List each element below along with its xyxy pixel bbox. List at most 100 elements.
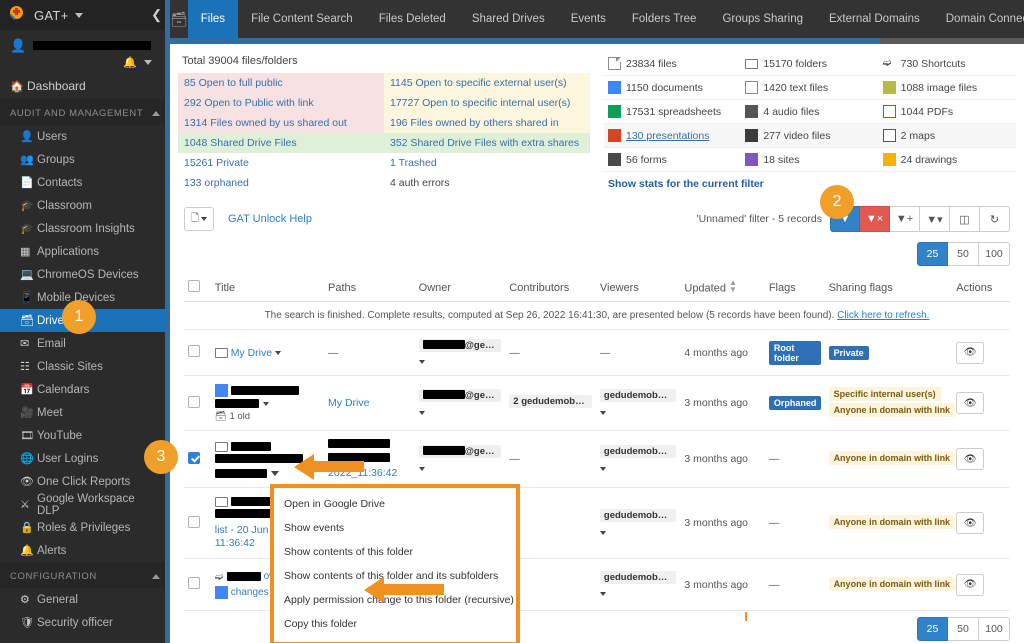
- stat-open-full-public[interactable]: 85 Open to full public: [178, 73, 384, 93]
- sidebar-item-classroom[interactable]: 🎓 Classroom: [0, 194, 170, 217]
- chevron-left-icon[interactable]: ❮: [151, 7, 162, 23]
- sidebar-item-email[interactable]: ✉ Email: [0, 332, 170, 355]
- row-owner-cell[interactable]: @gedudem...: [414, 375, 506, 431]
- sidebar-item-chromeos-devices[interactable]: 💻 ChromeOS Devices: [0, 263, 170, 286]
- stat-private[interactable]: 15261 Private: [178, 153, 384, 173]
- row-viewers-cell[interactable]: gedudemobsn.com (...: [595, 487, 681, 560]
- stat-forms[interactable]: 56 forms: [604, 148, 741, 171]
- tab-groups-sharing[interactable]: Groups Sharing: [709, 0, 816, 38]
- stat-open-external-users[interactable]: 1145 Open to specific external user(s): [384, 73, 590, 93]
- view-details-button[interactable]: 👁: [956, 392, 985, 414]
- scrollbar-thumb[interactable]: [170, 38, 880, 44]
- stat-owned-shared-out[interactable]: 1314 Files owned by us shared out: [178, 113, 384, 133]
- scrollbar-track[interactable]: [880, 38, 1024, 44]
- col-sharing-flags[interactable]: Sharing flags: [824, 274, 953, 302]
- chevron-down-icon[interactable]: [144, 60, 152, 65]
- col-paths[interactable]: Paths: [324, 274, 415, 302]
- col-owner[interactable]: Owner: [414, 274, 506, 302]
- page-size-50-bottom[interactable]: 50: [948, 617, 979, 642]
- sort-icon[interactable]: ▲ ▼: [729, 279, 737, 293]
- table-row[interactable]: 🗃 1 old My Drive @gedudem... 2 gedudemob…: [184, 375, 1010, 431]
- row-contributors-cell[interactable]: 2 gedudemobsn.com: [505, 375, 596, 431]
- viewers-menu-caret[interactable]: [599, 530, 606, 535]
- sidebar-item-dashboard[interactable]: 🏠 Dashboard: [0, 73, 170, 99]
- row-title-cell[interactable]: 🗃 1 old: [210, 375, 325, 431]
- menu-item-show-events[interactable]: Show events: [274, 516, 516, 540]
- row-checkbox[interactable]: [188, 395, 200, 408]
- stat-files[interactable]: 23834 files: [604, 52, 741, 75]
- sidebar-item-groups[interactable]: 👥 Groups: [0, 148, 170, 171]
- owner-menu-caret[interactable]: [418, 410, 425, 415]
- user-notification-row[interactable]: 🔔: [0, 54, 170, 73]
- row-viewers-cell[interactable]: gedudemobsn.com (...: [595, 430, 681, 488]
- row-menu-caret[interactable]: [270, 470, 279, 476]
- view-details-button[interactable]: 👁: [956, 512, 985, 535]
- bell-icon[interactable]: 🔔: [123, 56, 137, 69]
- row-menu-caret[interactable]: [275, 350, 282, 355]
- stat-video-files[interactable]: 277 video files: [741, 124, 878, 147]
- col-title[interactable]: Title: [210, 274, 325, 302]
- page-size-100-bottom[interactable]: 100: [979, 617, 1010, 642]
- sidebar-item-applications[interactable]: ▦ Applications: [0, 240, 170, 263]
- refresh-button[interactable]: ↻: [980, 206, 1010, 232]
- row-owner-cell[interactable]: @gedudem...: [414, 430, 506, 488]
- row-viewers-cell[interactable]: gedudemobsn.com (...: [595, 375, 681, 431]
- sidebar-item-google-workspace-dlp[interactable]: ⚔ Google Workspace DLP: [0, 493, 170, 517]
- columns-button[interactable]: ◫: [950, 206, 980, 232]
- tab-events[interactable]: Events: [558, 0, 619, 38]
- view-details-button[interactable]: 👁: [956, 448, 985, 470]
- menu-item-show-contents[interactable]: Show contents of this folder: [274, 540, 516, 564]
- row-paths-cell[interactable]: My Drive: [324, 375, 415, 431]
- horizontal-scrollbar[interactable]: [170, 38, 1024, 44]
- sidebar-item-general[interactable]: ⚙ General: [0, 588, 170, 611]
- chevron-down-icon[interactable]: [74, 12, 83, 18]
- tab-shared-drives[interactable]: Shared Drives: [459, 0, 558, 38]
- table-row[interactable]: My Drive — @gedudem... — — 4 months ago …: [184, 329, 1010, 376]
- viewers-menu-caret[interactable]: [599, 466, 606, 471]
- tab-external-domains[interactable]: External Domains: [816, 0, 933, 38]
- stat-shortcuts[interactable]: ➫ 730 Shortcuts: [879, 52, 1016, 75]
- stat-spreadsheets[interactable]: 17531 spreadsheets: [604, 100, 741, 123]
- tab-folders-tree[interactable]: Folders Tree: [619, 0, 710, 38]
- user-account-row[interactable]: 👤: [0, 30, 170, 54]
- stat-sites[interactable]: 18 sites: [741, 148, 878, 171]
- row-owner-cell[interactable]: @gedudem...: [414, 329, 506, 376]
- sidebar-section-audit[interactable]: AUDIT AND MANAGEMENT: [0, 99, 170, 125]
- stat-shared-drive-files[interactable]: 1048 Shared Drive Files: [178, 133, 384, 153]
- owner-menu-caret[interactable]: [418, 360, 425, 365]
- stat-pdfs[interactable]: 1044 PDFs: [879, 100, 1016, 123]
- stat-orphaned[interactable]: 133 orphaned: [178, 173, 384, 193]
- owner-menu-caret[interactable]: [418, 466, 425, 471]
- row-checkbox[interactable]: [188, 577, 200, 590]
- stat-trashed[interactable]: 1 Trashed: [384, 153, 590, 173]
- col-contributors[interactable]: Contributors: [505, 274, 596, 302]
- sidebar-item-security-officer[interactable]: 🛡 Security officer: [0, 611, 170, 634]
- view-details-button[interactable]: 👁: [956, 341, 985, 364]
- stat-image-files[interactable]: 1088 image files: [879, 76, 1016, 99]
- view-details-button[interactable]: 👁: [956, 573, 985, 596]
- select-all-checkbox[interactable]: [188, 280, 200, 292]
- page-size-50[interactable]: 50: [948, 242, 979, 266]
- row-title-cell[interactable]: My Drive: [210, 329, 325, 376]
- col-flags[interactable]: Flags: [764, 274, 825, 302]
- sidebar-item-alerts[interactable]: 🔔 Alerts: [0, 539, 170, 562]
- row-viewers-cell[interactable]: gedudemobsn.com (...: [595, 558, 681, 612]
- row-paths-cell[interactable]: 2022_11:36:42: [324, 430, 415, 488]
- sidebar-item-one-click-reports[interactable]: 👁 One Click Reports: [0, 470, 170, 493]
- stat-open-public-link[interactable]: 292 Open to Public with link: [178, 93, 384, 113]
- col-viewers[interactable]: Viewers: [595, 274, 681, 302]
- row-checkbox[interactable]: [188, 345, 200, 357]
- viewers-menu-caret[interactable]: [599, 410, 606, 415]
- page-size-25[interactable]: 25: [917, 242, 948, 266]
- sidebar-item-meet[interactable]: 🎥 Meet: [0, 401, 170, 424]
- gat-unlock-help-link[interactable]: GAT Unlock Help: [228, 213, 312, 225]
- save-filter-button[interactable]: ▼+: [890, 206, 920, 232]
- sidebar-item-roles-privileges[interactable]: 🔒 Roles & Privileges: [0, 516, 170, 539]
- tab-domain-connection-graph[interactable]: Domain Connection Graph: [933, 0, 1024, 38]
- col-updated[interactable]: Updated ▲ ▼: [680, 274, 765, 302]
- page-size-25-bottom[interactable]: 25: [917, 617, 948, 642]
- row-checkbox[interactable]: [188, 515, 200, 528]
- row-menu-caret[interactable]: [262, 401, 269, 406]
- sidebar-section-configuration[interactable]: CONFIGURATION: [0, 562, 170, 588]
- stat-folders[interactable]: 15170 folders: [741, 52, 878, 75]
